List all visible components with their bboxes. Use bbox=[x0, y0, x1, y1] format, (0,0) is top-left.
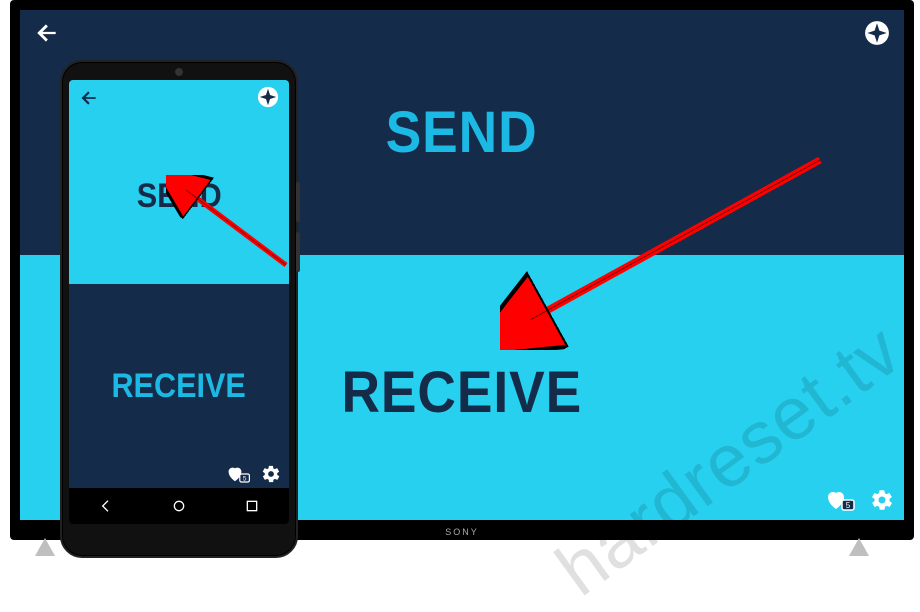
svg-text:5: 5 bbox=[243, 475, 247, 482]
back-arrow-icon[interactable] bbox=[34, 20, 60, 46]
gear-icon[interactable] bbox=[261, 464, 281, 484]
back-arrow-icon[interactable] bbox=[79, 88, 99, 108]
phone-device: SEND RECEIVE 5 bbox=[60, 60, 298, 558]
gear-icon[interactable] bbox=[870, 488, 894, 512]
phone-camera-notch bbox=[175, 68, 183, 76]
phone-screen: SEND RECEIVE 5 bbox=[69, 80, 289, 524]
phone-bottom-icon-row: 5 bbox=[227, 464, 281, 484]
nav-back-icon[interactable] bbox=[96, 496, 116, 516]
nav-recent-icon[interactable] bbox=[242, 496, 262, 516]
phone-receive-label: RECEIVE bbox=[112, 367, 246, 406]
compass-icon[interactable] bbox=[257, 86, 279, 108]
phone-send-panel[interactable]: SEND bbox=[69, 80, 289, 284]
heart-badge-icon[interactable]: 5 bbox=[227, 464, 251, 484]
phone-send-label: SEND bbox=[136, 177, 221, 216]
tv-foot-right bbox=[849, 538, 889, 558]
svg-text:5: 5 bbox=[846, 501, 851, 510]
tv-bottom-icon-row: 5 bbox=[826, 488, 894, 512]
phone-body: SEND RECEIVE 5 bbox=[60, 60, 298, 558]
phone-side-button bbox=[296, 232, 300, 272]
phone-nav-bar bbox=[69, 488, 289, 524]
tv-send-label: SEND bbox=[386, 99, 538, 166]
compass-icon[interactable] bbox=[864, 20, 890, 46]
nav-home-icon[interactable] bbox=[169, 496, 189, 516]
heart-badge-icon[interactable]: 5 bbox=[826, 488, 856, 512]
phone-receive-panel[interactable]: RECEIVE bbox=[69, 284, 289, 488]
tv-brand-label: SONY bbox=[445, 527, 479, 537]
phone-side-button bbox=[296, 182, 300, 222]
tv-receive-label: RECEIVE bbox=[342, 359, 583, 426]
